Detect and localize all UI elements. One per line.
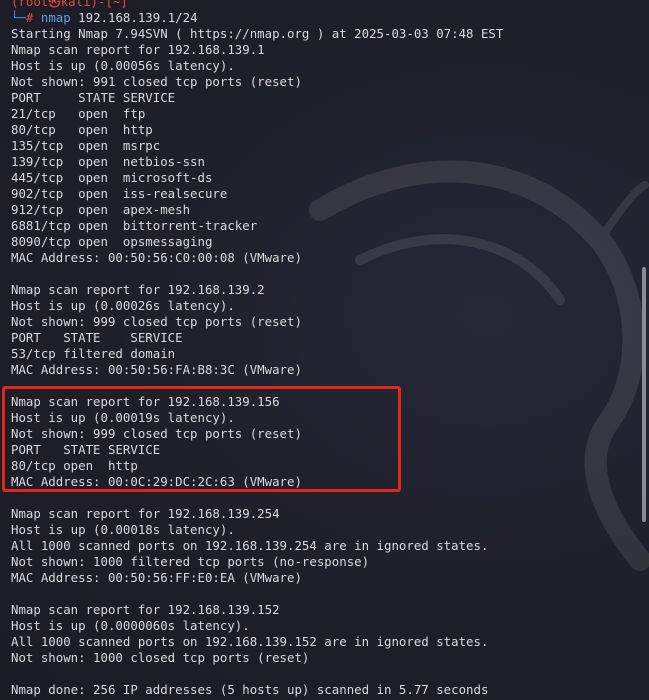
output-line: 912/tcp open apex-mesh (11, 202, 191, 217)
output-line: MAC Address: 00:50:56:C0:00:08 (VMware) (11, 250, 302, 265)
command-argument: 192.168.139.1/24 (78, 10, 198, 25)
output-line: MAC Address: 00:50:56:FA:B8:3C (VMware) (11, 362, 302, 377)
output-line: All 1000 scanned ports on 192.168.139.15… (11, 634, 489, 649)
output-line: Host is up (0.0000060s latency). (11, 618, 250, 633)
prompt-corner: └─ (11, 10, 26, 25)
terminal-window[interactable]: (root㉿kali)-[~] └─# nmap 192.168.139.1/2… (0, 0, 649, 700)
output-line: 21/tcp open ftp (11, 106, 146, 121)
command-name: nmap (40, 10, 71, 25)
output-line: Host is up (0.00026s latency). (11, 298, 235, 313)
output-line: 445/tcp open microsoft-ds (11, 170, 213, 185)
highlight-annotation-box (2, 386, 401, 492)
output-line: All 1000 scanned ports on 192.168.139.25… (11, 538, 489, 553)
output-line: 6881/tcp open bittorrent-tracker (11, 218, 258, 233)
prompt-hash: # (25, 10, 34, 25)
prompt-user-host: (root㉿kali)-[~] (11, 0, 128, 9)
output-line: 8090/tcp open opsmessaging (11, 234, 213, 249)
output-line: 53/tcp filtered domain (11, 346, 176, 361)
prompt-command-line: └─# nmap 192.168.139.1/24 (11, 10, 637, 26)
output-line: Not shown: 999 closed tcp ports (reset) (11, 314, 302, 329)
output-line: 139/tcp open netbios-ssn (11, 154, 205, 169)
output-line: Not shown: 1000 filtered tcp ports (no-r… (11, 554, 370, 569)
output-line: MAC Address: 00:50:56:FF:E0:EA (VMware) (11, 570, 302, 585)
output-line: Nmap scan report for 192.168.139.152 (11, 602, 280, 617)
output-line: 80/tcp open http (11, 122, 153, 137)
terminal-output: (root㉿kali)-[~] └─# nmap 192.168.139.1/2… (11, 0, 637, 698)
output-line: PORT STATE SERVICE (11, 90, 176, 105)
output-line: Not shown: 991 closed tcp ports (reset) (11, 74, 302, 89)
output-line: Host is up (0.00056s latency). (11, 58, 235, 73)
output-line: Nmap scan report for 192.168.139.2 (11, 282, 265, 297)
output-line: 902/tcp open iss-realsecure (11, 186, 228, 201)
output-line: Host is up (0.00018s latency). (11, 522, 235, 537)
vertical-scrollbar-thumb[interactable] (642, 267, 646, 522)
output-line: Nmap done: 256 IP addresses (5 hosts up)… (11, 682, 489, 697)
output-line: Nmap scan report for 192.168.139.254 (11, 506, 280, 521)
prompt-header: (root㉿kali)-[~] (11, 0, 637, 10)
output-line: PORT STATE SERVICE (11, 330, 183, 345)
output-line: Starting Nmap 7.94SVN ( https://nmap.org… (11, 26, 504, 41)
output-line: Not shown: 1000 closed tcp ports (reset) (11, 650, 310, 665)
output-line: Nmap scan report for 192.168.139.1 (11, 42, 265, 57)
output-line: 135/tcp open msrpc (11, 138, 161, 153)
